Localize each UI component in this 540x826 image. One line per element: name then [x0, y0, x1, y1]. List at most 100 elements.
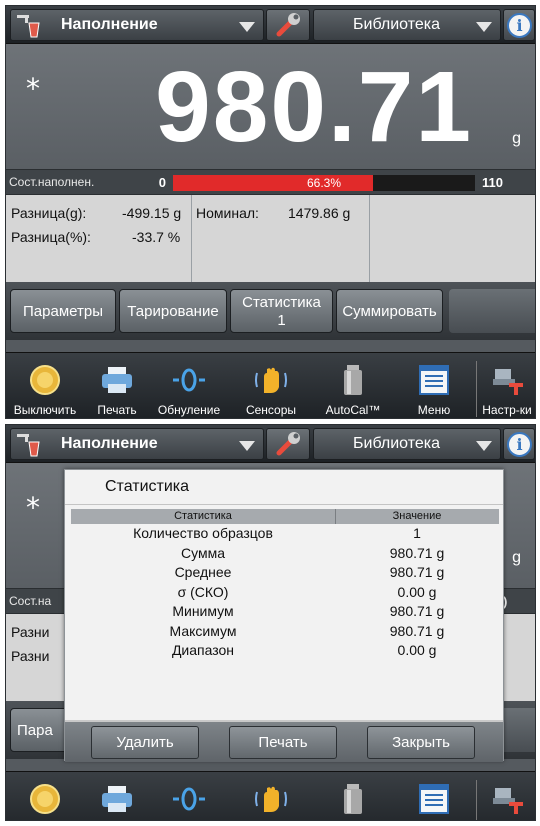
home-screen: Наполнение Библиотека i * 980.71 g Сост.… [5, 5, 536, 419]
nav-zero-label: Обнуление [157, 403, 221, 417]
info-button[interactable]: i [503, 9, 535, 41]
stat-label: Максимум [169, 622, 237, 639]
stat-label: Среднее [174, 564, 232, 580]
stable-indicator: * [26, 491, 40, 524]
dialog-title: Статистика [105, 478, 190, 495]
chevron-down-icon [239, 441, 255, 451]
hand-sensor-icon [255, 367, 287, 393]
difference-pct-value: -33.7 % [132, 229, 181, 245]
stat-value: 0.00 g [397, 642, 437, 658]
nav-power-off[interactable]: Выключить [6, 776, 84, 820]
nav-setup[interactable]: Настр-ки [478, 357, 535, 418]
fill-max-value: 110 [482, 175, 503, 190]
nav-zero[interactable]: Обнуление [146, 776, 232, 820]
printer-icon [102, 367, 132, 393]
parameters-button-label: Параметры [23, 303, 103, 320]
fill-status-row: Сост.наполнен. 0 66.3% 110 [6, 169, 535, 195]
nav-autocal[interactable]: AutoCal™ [312, 776, 394, 820]
nav-sensors[interactable]: Сенсоры [232, 776, 310, 820]
delete-button[interactable]: Удалить [91, 726, 199, 759]
table-row: Количество образцов 1 [71, 524, 499, 544]
accumulate-button-label: Суммировать [342, 303, 437, 320]
bottom-navigation: Выключить Печать Обнуление Сенсоры AutoC… [6, 771, 535, 820]
nav-zero[interactable]: Обнуление [146, 357, 232, 418]
tare-button[interactable]: Тарирование [119, 289, 227, 333]
bottom-navigation: Выключить Печать Обнуление Сенсоры AutoC… [6, 352, 535, 418]
nav-autocal[interactable]: AutoCal™ [312, 357, 394, 418]
nav-power-off[interactable]: Выключить [6, 357, 84, 418]
tare-button-label: Тарирование [127, 303, 219, 320]
setup-scale-icon [493, 369, 523, 395]
table-row: Сумма 980.71 g [71, 544, 499, 564]
nav-setup[interactable]: Настр-ки [478, 776, 535, 820]
nav-separator [476, 780, 477, 820]
power-icon [30, 365, 60, 395]
difference-pct-label: Разни [11, 648, 50, 664]
dialog-button-bar: Удалить Печать Закрыть [65, 720, 503, 762]
column-header-statistic: Статистика [174, 510, 232, 522]
app-setup-button[interactable] [266, 9, 310, 41]
nav-autocal-label: AutoCal™ [325, 403, 381, 417]
stat-value: 980.71 g [389, 564, 445, 580]
softkey-empty-slot [449, 289, 535, 333]
nav-setup-label: Настр-ки [482, 403, 532, 417]
nav-print[interactable]: Печать [86, 357, 148, 418]
close-button[interactable]: Закрыть [367, 726, 475, 759]
nav-sensors[interactable]: Сенсоры [232, 357, 310, 418]
nav-power-off-label: Выключить [13, 403, 77, 417]
statistics-screen: Наполнение Библиотека i * g Сост.на ) Ра… [5, 424, 536, 821]
chevron-down-icon [239, 22, 255, 32]
fill-progress-bar: 66.3% [173, 175, 475, 191]
library-label: Библиотека [353, 435, 440, 452]
table-header: Статистика Значение [71, 509, 499, 524]
nav-menu-label: Меню [417, 403, 451, 417]
fill-percent: 66.3% [306, 176, 342, 190]
menu-list-icon [419, 784, 449, 814]
weight-display: * 980.71 g [6, 44, 535, 169]
info-grid: Разница(g): -499.15 g Разница(%): -33.7 … [6, 195, 535, 282]
info-button[interactable]: i [503, 428, 535, 460]
fill-min-value: 0 [158, 175, 166, 190]
stat-value: 980.71 g [389, 544, 445, 561]
stat-label: Сумма [181, 544, 225, 561]
calibration-weight-icon [344, 784, 362, 814]
nav-menu[interactable]: Меню [396, 776, 472, 820]
nav-menu[interactable]: Меню [396, 357, 472, 418]
print-button[interactable]: Печать [229, 726, 337, 759]
nav-sensors-label: Сенсоры [245, 403, 297, 417]
weight-reading: 980.71 [155, 51, 473, 163]
parameters-button[interactable]: Параметры [10, 289, 116, 333]
table-row: Среднее 980.71 g [71, 563, 499, 583]
statistics-button[interactable]: Статистика 1 [230, 289, 333, 333]
application-selector[interactable]: Наполнение [10, 9, 264, 41]
statistics-table: Статистика Значение Количество образцов 1… [71, 509, 499, 661]
application-selector[interactable]: Наполнение [10, 428, 264, 460]
stable-indicator: * [26, 72, 40, 105]
statistics-button-label: Статистика [242, 294, 321, 311]
statistics-dialog: Статистика Статистика Значение Количеств… [64, 469, 504, 762]
zero-icon [173, 368, 205, 392]
wrench-icon [276, 13, 300, 37]
stat-value: 980.71 g [389, 622, 445, 639]
application-name: Наполнение [61, 435, 158, 452]
application-name: Наполнение [61, 16, 158, 33]
setup-scale-icon [493, 788, 523, 814]
chevron-down-icon [476, 441, 492, 451]
hand-sensor-icon [255, 786, 287, 812]
info-icon: i [507, 432, 532, 457]
library-selector[interactable]: Библиотека [313, 9, 501, 41]
nominal-label: Номинал: [196, 205, 259, 221]
nav-print[interactable]: Печать [86, 776, 148, 820]
calibration-weight-icon [344, 365, 362, 395]
chevron-down-icon [476, 22, 492, 32]
difference-g-value: -499.15 g [122, 205, 182, 221]
top-bar: Наполнение Библиотека i [6, 6, 535, 44]
zero-icon [173, 787, 205, 811]
accumulate-button[interactable]: Суммировать [336, 289, 443, 333]
power-icon [30, 784, 60, 814]
nav-print-label: Печать [97, 403, 137, 417]
library-selector[interactable]: Библиотека [313, 428, 501, 460]
wrench-icon [276, 432, 300, 456]
app-setup-button[interactable] [266, 428, 310, 460]
table-row: Максимум 980.71 g [71, 622, 499, 642]
